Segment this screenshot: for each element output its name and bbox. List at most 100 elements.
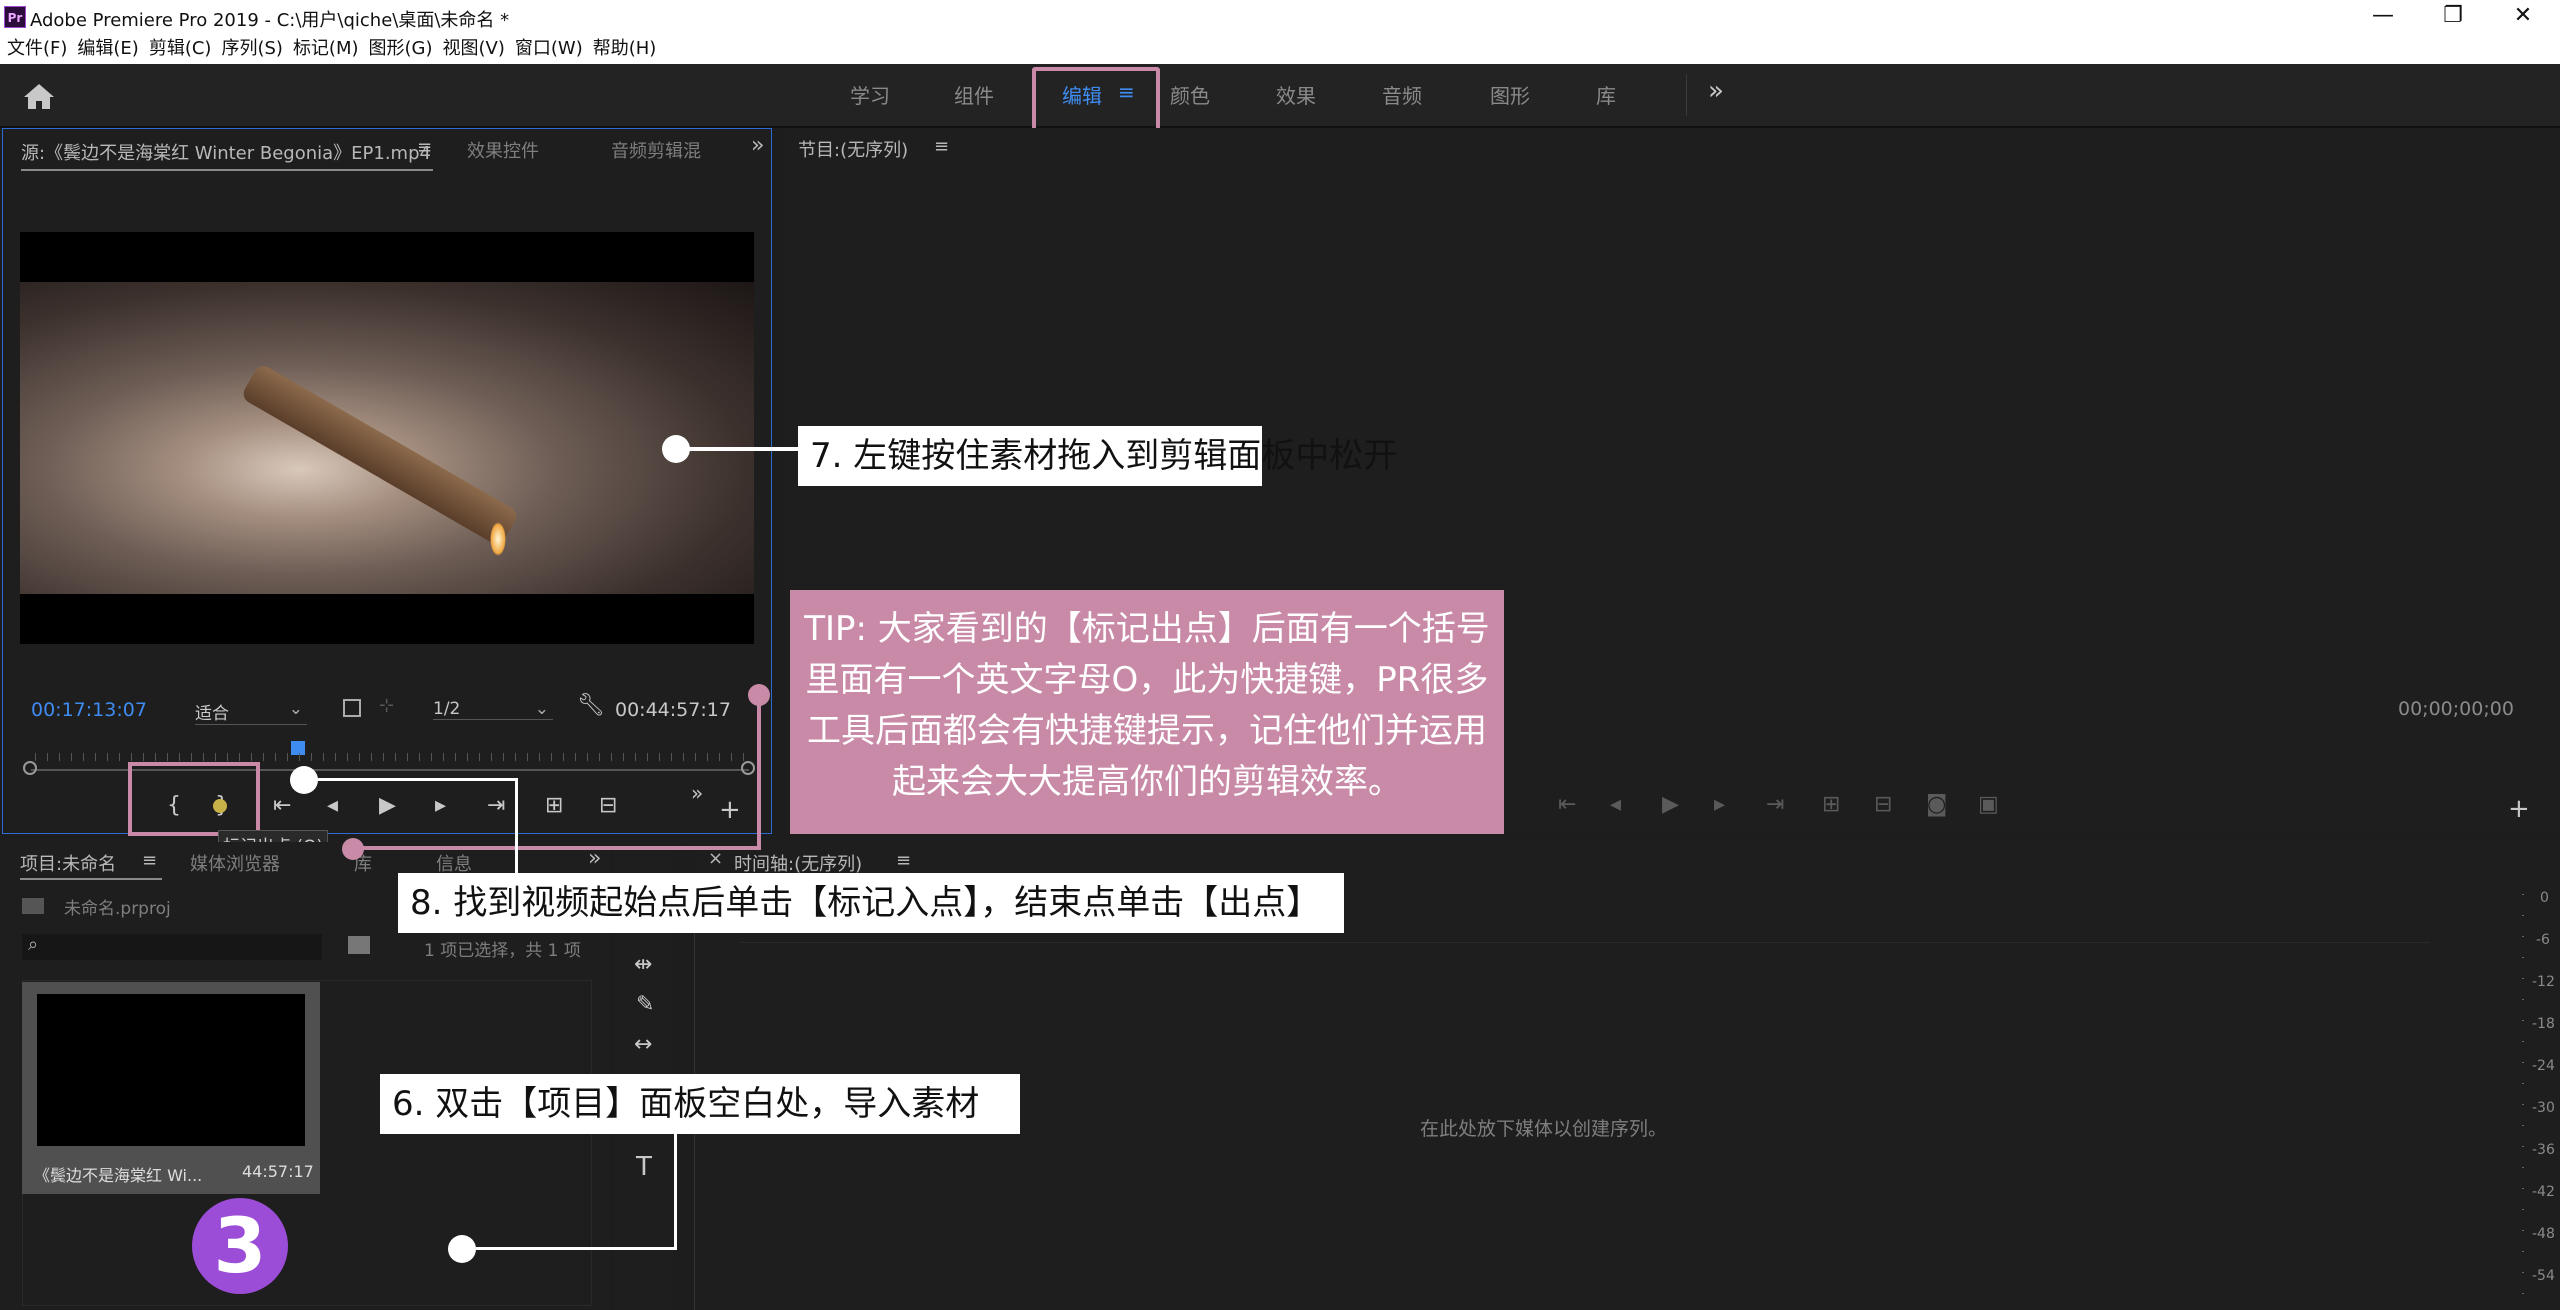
tip-line: TIP: 大家看到的【标记出点】后面有一个括号 <box>804 609 1490 649</box>
program-timecode[interactable]: 00;00;00;00 <box>2398 698 2514 720</box>
active-tab-underline <box>21 169 433 171</box>
project-tab-menu-icon[interactable]: ≡ <box>142 850 157 871</box>
workspace-overflow-icon[interactable]: » <box>1708 76 1724 106</box>
timeline-tab-menu-icon[interactable]: ≡ <box>896 850 911 871</box>
callout-line <box>304 778 518 781</box>
callout-line <box>476 1247 677 1250</box>
fit-zoom-value: 适合 <box>195 704 229 724</box>
project-search-input[interactable]: ⌕ <box>22 934 322 960</box>
meter-label: 0 <box>2540 890 2549 906</box>
window-title: Adobe Premiere Pro 2019 - C:\用户\qiche\桌面… <box>30 10 510 31</box>
menu-window[interactable]: 窗口(W) <box>510 34 588 64</box>
camera-icon[interactable]: ◙ <box>1926 792 1947 817</box>
tab-media-browser[interactable]: 媒体浏览器 <box>190 850 280 876</box>
search-icon: ⌕ <box>28 934 39 955</box>
source-tab-menu-icon[interactable]: ≡ <box>417 137 432 158</box>
program-step-back-icon[interactable]: ◂ <box>1610 792 1621 817</box>
fit-zoom-dropdown[interactable]: 适合 ⌄ <box>195 699 307 725</box>
add-button-icon[interactable]: + <box>719 795 741 825</box>
step-back-icon[interactable]: ◂ <box>327 793 338 818</box>
restore-button[interactable]: ❐ <box>2418 0 2488 34</box>
audio-meter-panel: 0 -6 -12 -18 -24 -30 -36 -42 -48 -54 <box>2496 842 2560 1310</box>
highlight-mark-buttons <box>128 762 260 836</box>
clip-preview <box>37 994 305 1146</box>
callout-line <box>676 447 798 451</box>
menu-sequence[interactable]: 序列(S) <box>216 34 287 64</box>
meter-label: -12 <box>2532 974 2555 990</box>
home-icon[interactable] <box>22 82 56 110</box>
minimize-button[interactable]: — <box>2348 0 2418 34</box>
workspace-tab-effects[interactable]: 效果 <box>1276 80 1316 109</box>
tip-connector-dot <box>342 838 364 860</box>
workspace-tab-graphics[interactable]: 图形 <box>1490 80 1530 109</box>
callout-dot <box>662 435 690 463</box>
program-play-icon[interactable]: ▶ <box>1662 792 1679 817</box>
meter-label: -54 <box>2532 1268 2555 1284</box>
step-number-badge: 3 <box>192 1198 288 1294</box>
export-frame-icon[interactable] <box>343 699 361 717</box>
meter-label: -30 <box>2532 1100 2555 1116</box>
chevron-down-icon: ⌄ <box>534 699 549 719</box>
program-tab-menu-icon[interactable]: ≡ <box>934 136 949 157</box>
zoom-handle-left[interactable] <box>23 761 37 775</box>
type-tool-icon[interactable]: T <box>636 1152 652 1182</box>
step-forward-icon[interactable]: ▸ <box>435 793 446 818</box>
tip-line: 起来会大大提高你们的剪辑效率。 <box>892 762 1402 802</box>
menu-help[interactable]: 帮助(H) <box>588 34 662 64</box>
clip-thumbnail[interactable]: 《鬓边不是海棠红 Wi... 44:57:17 <box>22 982 320 1194</box>
overwrite-icon[interactable]: ⊟ <box>599 793 617 818</box>
tab-program[interactable]: 节目:(无序列) <box>798 136 908 162</box>
go-to-out-icon[interactable]: ⇥ <box>487 793 505 818</box>
zoom-tool-icon[interactable]: ↔ <box>634 1032 652 1057</box>
meter-label: -42 <box>2532 1184 2555 1200</box>
meter-label: -24 <box>2532 1058 2555 1074</box>
workspace-tab-learn[interactable]: 学习 <box>850 80 890 109</box>
insert-icon[interactable]: ⊞ <box>545 793 563 818</box>
workspace-tab-assembly[interactable]: 组件 <box>954 80 994 109</box>
program-go-to-out-icon[interactable]: ⇥ <box>1766 792 1784 817</box>
controls-overflow-icon[interactable]: » <box>691 781 703 805</box>
callout-dot <box>448 1235 476 1263</box>
timeline-close-icon[interactable]: × <box>708 848 723 869</box>
tip-connector-dot <box>748 684 770 706</box>
lift-icon[interactable]: ⊞ <box>1822 792 1840 817</box>
tab-project[interactable]: 项目:未命名 <box>20 850 116 876</box>
title-bar: Pr Adobe Premiere Pro 2019 - C:\用户\qiche… <box>0 0 2560 34</box>
callout-line <box>674 1134 677 1250</box>
highlight-editing-tab <box>1032 67 1160 135</box>
program-step-forward-icon[interactable]: ▸ <box>1714 792 1725 817</box>
annotation-step8: 8. 找到视频起始点后单击【标记入点】，结束点单击【出点】 <box>398 873 1344 933</box>
program-add-button-icon[interactable]: + <box>2508 794 2530 824</box>
compare-view-icon[interactable]: ▣ <box>1978 792 1999 817</box>
workspace-tab-color[interactable]: 颜色 <box>1170 80 1210 109</box>
menu-file[interactable]: 文件(F) <box>2 34 72 64</box>
close-button[interactable]: ✕ <box>2488 0 2558 34</box>
play-icon[interactable]: ▶ <box>379 793 396 818</box>
go-to-in-icon[interactable]: ⇤ <box>273 793 291 818</box>
zoom-handle-right[interactable] <box>741 761 755 775</box>
extract-icon[interactable]: ⊟ <box>1874 792 1892 817</box>
menu-edit[interactable]: 编辑(E) <box>72 34 143 64</box>
wrench-icon[interactable]: 🔧︎ <box>577 693 605 718</box>
workspace-tab-audio[interactable]: 音频 <box>1382 80 1422 109</box>
menu-graphics[interactable]: 图形(G) <box>364 34 438 64</box>
program-go-to-in-icon[interactable]: ⇤ <box>1558 792 1576 817</box>
menu-view[interactable]: 视图(V) <box>438 34 510 64</box>
resolution-dropdown[interactable]: 1/2 ⌄ <box>433 699 553 720</box>
source-current-time[interactable]: 00:17:13:07 <box>31 699 147 721</box>
premiere-app-icon: Pr <box>4 6 26 28</box>
workspace-tab-libraries[interactable]: 库 <box>1596 80 1616 109</box>
tab-audio-clip-mixer[interactable]: 音频剪辑混 <box>611 137 701 163</box>
source-duration: 00:44:57:17 <box>615 699 731 721</box>
workspace-divider <box>1686 74 1687 116</box>
ruler-ticks <box>35 753 745 761</box>
find-bin-icon[interactable] <box>348 936 370 954</box>
pen-tool-icon[interactable]: ✎ <box>636 992 654 1017</box>
menu-clip[interactable]: 剪辑(C) <box>144 34 217 64</box>
source-overflow-icon[interactable]: » <box>751 133 764 158</box>
tab-source[interactable]: 源:《鬓边不是海棠红 Winter Begonia》EP1.mp4 <box>21 139 431 165</box>
settings-scale-icon[interactable]: ⊹ <box>379 695 394 716</box>
menu-markers[interactable]: 标记(M) <box>288 34 364 64</box>
slip-tool-icon[interactable]: ⇹ <box>634 952 652 977</box>
tab-effect-controls[interactable]: 效果控件 <box>467 137 539 163</box>
